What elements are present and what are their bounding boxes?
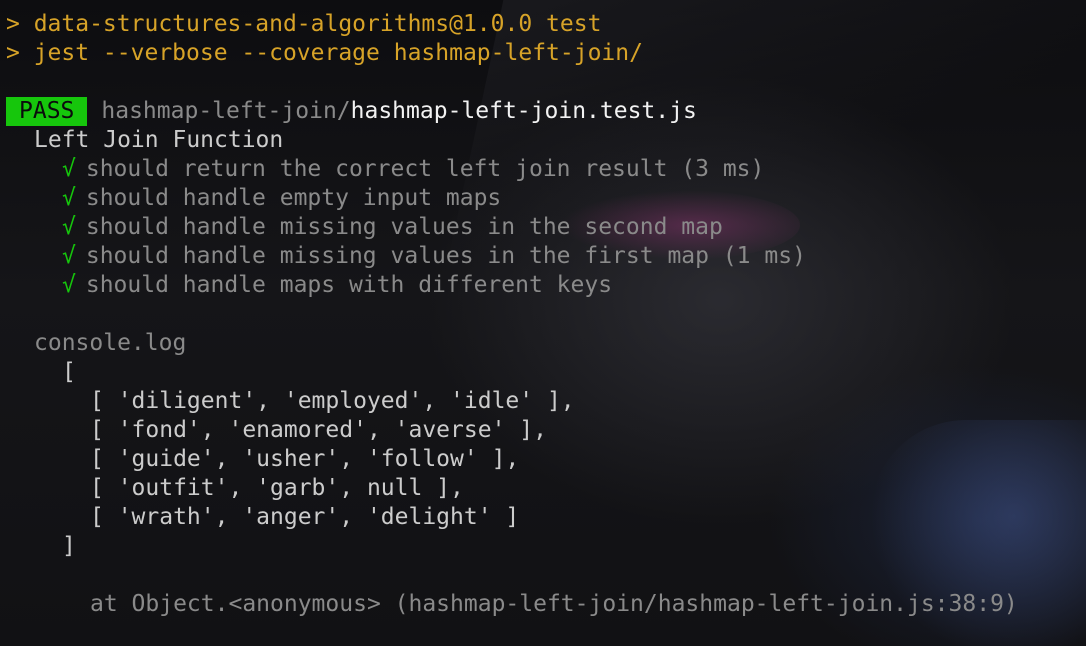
console-array-open: [ [62, 359, 76, 385]
check-icon: √ [62, 185, 76, 211]
test-case: √ should handle missing values in the sec… [6, 213, 1086, 242]
test-case: √ should return the correct left join res… [6, 155, 1086, 184]
check-icon: √ [62, 156, 76, 182]
console-array-row: [ 'diligent', 'employed', 'idle' ], [90, 388, 575, 414]
test-file-result: PASS hashmap-left-join/hashmap-left-join.… [6, 97, 1086, 126]
jest-command-line: > jest --verbose --coverage hashmap-left… [6, 40, 643, 66]
pass-badge: PASS [6, 97, 88, 126]
console-array-row: [ 'fond', 'enamored', 'averse' ], [90, 417, 547, 443]
console-array-row: [ 'wrath', 'anger', 'delight' ] [90, 504, 520, 530]
test-case: √ should handle maps with different keys [6, 271, 1086, 300]
console-array-row: [ 'outfit', 'garb', null ], [90, 475, 464, 501]
console-log-label: console.log [34, 330, 187, 356]
test-case-name: should handle empty input maps [85, 185, 502, 211]
test-case: √ should handle missing values in the fir… [6, 242, 1086, 271]
test-file-dir: hashmap-left-join/ [101, 98, 351, 124]
console-array-close: ] [62, 533, 76, 559]
terminal-output[interactable]: > data-structures-and-algorithms@1.0.0 t… [6, 10, 1086, 646]
npm-script-line: > data-structures-and-algorithms@1.0.0 t… [6, 11, 602, 37]
check-icon: √ [62, 272, 76, 298]
check-icon: √ [62, 243, 76, 269]
console-array-row: [ 'guide', 'usher', 'follow' ], [90, 446, 520, 472]
console-log-location: at Object.<anonymous> (hashmap-left-join… [90, 591, 1018, 617]
test-case-name: should handle maps with different keys [85, 272, 613, 298]
test-file-name: hashmap-left-join.test.js [350, 98, 697, 124]
test-case-name: should handle missing values in the firs… [85, 243, 806, 269]
suite-title: Left Join Function [34, 127, 284, 153]
check-icon: √ [62, 214, 76, 240]
test-case: √ should handle empty input maps [6, 184, 1086, 213]
test-case-name: should return the correct left join resu… [85, 156, 765, 182]
test-case-name: should handle missing values in the seco… [85, 214, 723, 240]
